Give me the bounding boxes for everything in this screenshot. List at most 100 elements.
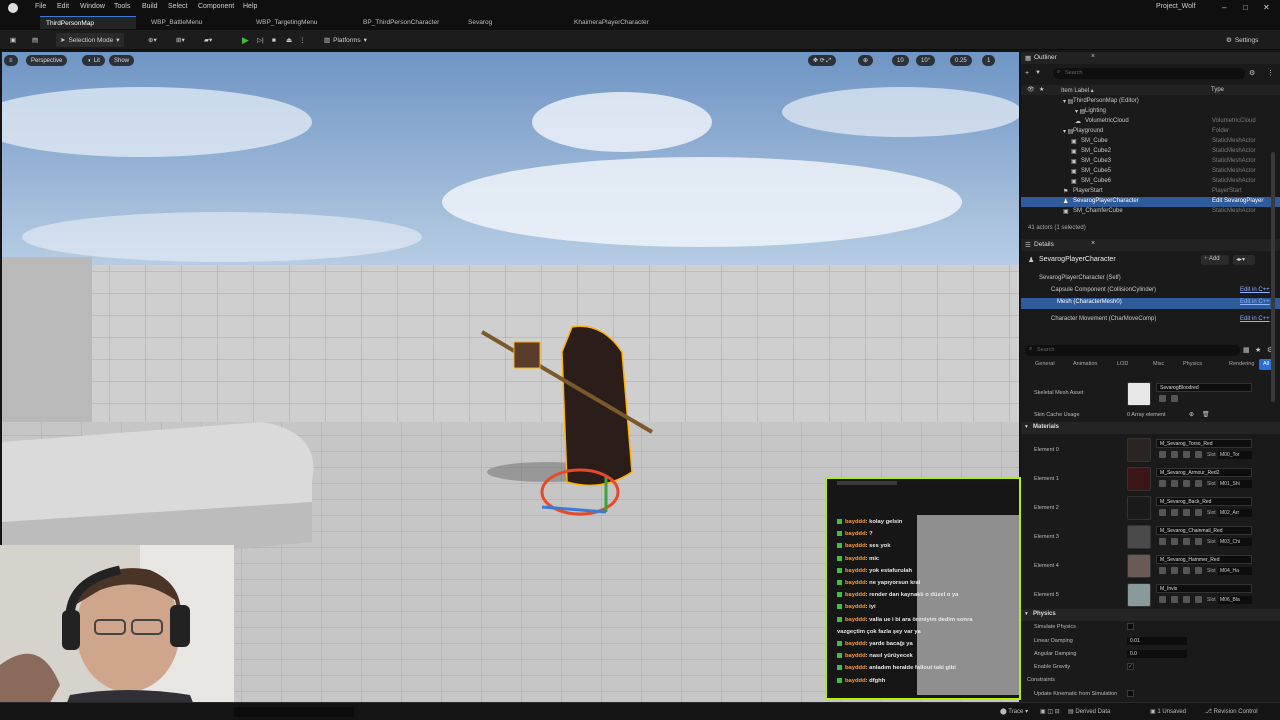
outliner-row[interactable]: ▾ ▤ ThirdPersonMap (Editor) — [1021, 97, 1280, 107]
outliner-row[interactable]: ☁ VolumetricCloud VolumetricCloud — [1021, 117, 1280, 127]
outliner-row[interactable]: ▣ SM_ChamferCube StaticMeshActor — [1021, 207, 1280, 217]
unreal-logo-icon[interactable] — [8, 3, 18, 13]
content-browser-icon[interactable]: ▤ — [28, 33, 42, 47]
trace-button[interactable]: ⬤ Trace ▾ — [1000, 708, 1028, 715]
tab-bp-thirdpersoncharacter[interactable]: BP_ThirdPersonCharacter — [357, 16, 457, 29]
cinematics-icon[interactable]: ▰▾ — [200, 33, 216, 47]
use-selected-icon[interactable] — [1171, 395, 1178, 402]
reset-icon[interactable] — [1195, 480, 1202, 487]
show-button[interactable]: Show — [109, 55, 135, 66]
add-component-button[interactable]: + Add — [1201, 255, 1229, 265]
open-asset-icon[interactable] — [1183, 509, 1190, 516]
col-item-label[interactable]: Item Label ▴ — [1061, 87, 1094, 94]
viewport-options-button[interactable]: ≡ — [4, 55, 18, 66]
delete-icon[interactable]: 🗑 — [1202, 411, 1210, 418]
physics-number-input[interactable]: 0.0 — [1127, 650, 1187, 658]
tab-wbp-battlemenu[interactable]: WBP_BattleMenu — [145, 16, 243, 29]
use-selected-icon[interactable] — [1171, 451, 1178, 458]
blueprint-options-button[interactable]: ◂▸▾ — [1233, 255, 1255, 265]
outliner-row[interactable]: ▣ SM_Cube6 StaticMeshActor — [1021, 177, 1280, 187]
reset-icon[interactable] — [1195, 509, 1202, 516]
transform-tools[interactable]: ✥ ⟳ ⤢ — [808, 55, 837, 66]
favorites-icon[interactable]: ★ — [1255, 346, 1261, 354]
material-picker[interactable]: M_Sevarog_Chainmail_Red — [1156, 526, 1252, 535]
use-selected-icon[interactable] — [1171, 596, 1178, 603]
platforms-dropdown[interactable]: ▥ Platforms ▾ — [320, 33, 371, 47]
outliner-row[interactable]: ▣ SM_Cube3 StaticMeshActor — [1021, 157, 1280, 167]
save-icon[interactable]: ▣ — [6, 33, 20, 47]
outliner-row[interactable]: ▣ SM_Cube5 StaticMeshActor — [1021, 167, 1280, 177]
filter-tab-physics[interactable]: Physics — [1179, 359, 1206, 370]
lit-button[interactable]: ◑ Lit — [82, 55, 105, 66]
edit-in-cpp-link[interactable]: Edit in C++ — [1240, 287, 1270, 293]
material-thumbnail[interactable] — [1127, 525, 1151, 549]
filter-tab-animation[interactable]: Animation — [1069, 359, 1101, 370]
star-icon[interactable]: ★ — [1039, 86, 1044, 93]
filter-tab-rendering[interactable]: Rendering — [1225, 359, 1258, 370]
details-scrollbar[interactable] — [1271, 152, 1275, 402]
revision-control-button[interactable]: ⎇ Revision Control — [1205, 708, 1258, 715]
visibility-icon[interactable]: 👁 — [1027, 86, 1035, 93]
close-tab-icon[interactable]: × — [1091, 53, 1095, 60]
grid-snap-button[interactable]: 10 — [892, 55, 909, 66]
menu-component[interactable]: Component — [198, 3, 234, 10]
browse-asset-icon[interactable] — [1159, 509, 1166, 516]
physics-checkbox[interactable] — [1127, 623, 1134, 630]
menu-tools[interactable]: Tools — [114, 3, 130, 10]
settings-button[interactable]: ⚙ Settings — [1222, 33, 1262, 47]
browse-asset-icon[interactable] — [1159, 538, 1166, 545]
filter-icon[interactable]: ▼ — [1035, 70, 1041, 76]
close-tab-icon[interactable]: × — [1091, 240, 1095, 247]
add-element-icon[interactable]: ⊕ — [1189, 411, 1194, 418]
play-button[interactable]: ▶ — [238, 33, 253, 47]
component-row[interactable]: Character Movement (CharMoveComp) Edit in… — [1021, 315, 1280, 326]
outliner-row[interactable]: ⚑ PlayerStart PlayerStart — [1021, 187, 1280, 197]
physics-checkbox[interactable]: ✓ — [1127, 663, 1134, 670]
outliner-search-input[interactable]: ⌕ Search — [1053, 68, 1245, 79]
scale-snap-button[interactable]: 0.25 — [950, 55, 972, 66]
material-thumbnail[interactable] — [1127, 467, 1151, 491]
menu-help[interactable]: Help — [243, 3, 257, 10]
use-selected-icon[interactable] — [1171, 509, 1178, 516]
camera-speed-button[interactable]: 1 — [982, 55, 996, 66]
reset-icon[interactable] — [1195, 451, 1202, 458]
skeletal-mesh-thumbnail[interactable] — [1127, 382, 1151, 406]
skeletal-mesh-picker[interactable]: SevarogBloodred — [1156, 383, 1252, 392]
tab-sevarog[interactable]: Sevarog — [462, 16, 560, 29]
menu-window[interactable]: Window — [80, 3, 105, 10]
outliner-row[interactable]: ▾ ▤ Lighting — [1021, 107, 1280, 117]
component-row[interactable]: Capsule Component (CollisionCylinder) Edi… — [1021, 286, 1280, 297]
use-selected-icon[interactable] — [1171, 480, 1178, 487]
col-type[interactable]: Type — [1211, 87, 1224, 93]
close-window-button[interactable]: ✕ — [1263, 3, 1270, 12]
outliner-row[interactable]: ▣ SM_Cube StaticMeshActor — [1021, 137, 1280, 147]
blueprint-icon[interactable]: ⊞▾ — [172, 33, 189, 47]
browse-asset-icon[interactable] — [1159, 596, 1166, 603]
menu-file[interactable]: File — [35, 3, 46, 10]
edit-in-cpp-link[interactable]: Edit in C++ — [1240, 316, 1270, 322]
perspective-button[interactable]: Perspective — [26, 55, 68, 66]
material-picker[interactable]: M_Sevarog_Armour_Red2 — [1156, 468, 1252, 477]
console-input[interactable] — [234, 707, 354, 717]
outliner-row[interactable]: ▣ SM_Cube2 StaticMeshActor — [1021, 147, 1280, 157]
unsaved-button[interactable]: ▣ 1 Unsaved — [1150, 708, 1186, 715]
derived-data-button[interactable]: ▤ Derived Data — [1068, 708, 1110, 715]
component-row[interactable]: Mesh (CharacterMesh0) Edit in C++ — [1021, 298, 1280, 309]
reset-icon[interactable] — [1195, 567, 1202, 574]
material-picker[interactable]: M_Sevarog_Back_Red — [1156, 497, 1252, 506]
material-thumbnail[interactable] — [1127, 554, 1151, 578]
menu-edit[interactable]: Edit — [57, 3, 69, 10]
surface-snap-icon[interactable]: ⊕ — [858, 55, 874, 66]
outliner-settings-icon[interactable]: ⚙ — [1249, 69, 1255, 77]
selection-mode-dropdown[interactable]: ➤ Selection Mode ▾ — [56, 33, 124, 47]
tab-khaimeraplayercharacter[interactable]: KhaimeraPlayerCharacter — [568, 16, 676, 29]
filter-tab-lod[interactable]: LOD — [1113, 359, 1132, 370]
materials-section[interactable]: ▾ Materials — [1021, 422, 1280, 434]
material-picker[interactable]: M_Invis — [1156, 584, 1252, 593]
tab-thirdpersonmap[interactable]: ThirdPersonMap — [40, 16, 136, 29]
filter-tab-misc[interactable]: Misc — [1149, 359, 1168, 370]
outliner-row[interactable]: ♟ SevarogPlayerCharacter Edit SevarogPlaye… — [1021, 197, 1280, 207]
reset-icon[interactable] — [1195, 538, 1202, 545]
material-picker[interactable]: M_Sevarog_Hammer_Red — [1156, 555, 1252, 564]
rotation-snap-button[interactable]: 10° — [916, 55, 936, 66]
